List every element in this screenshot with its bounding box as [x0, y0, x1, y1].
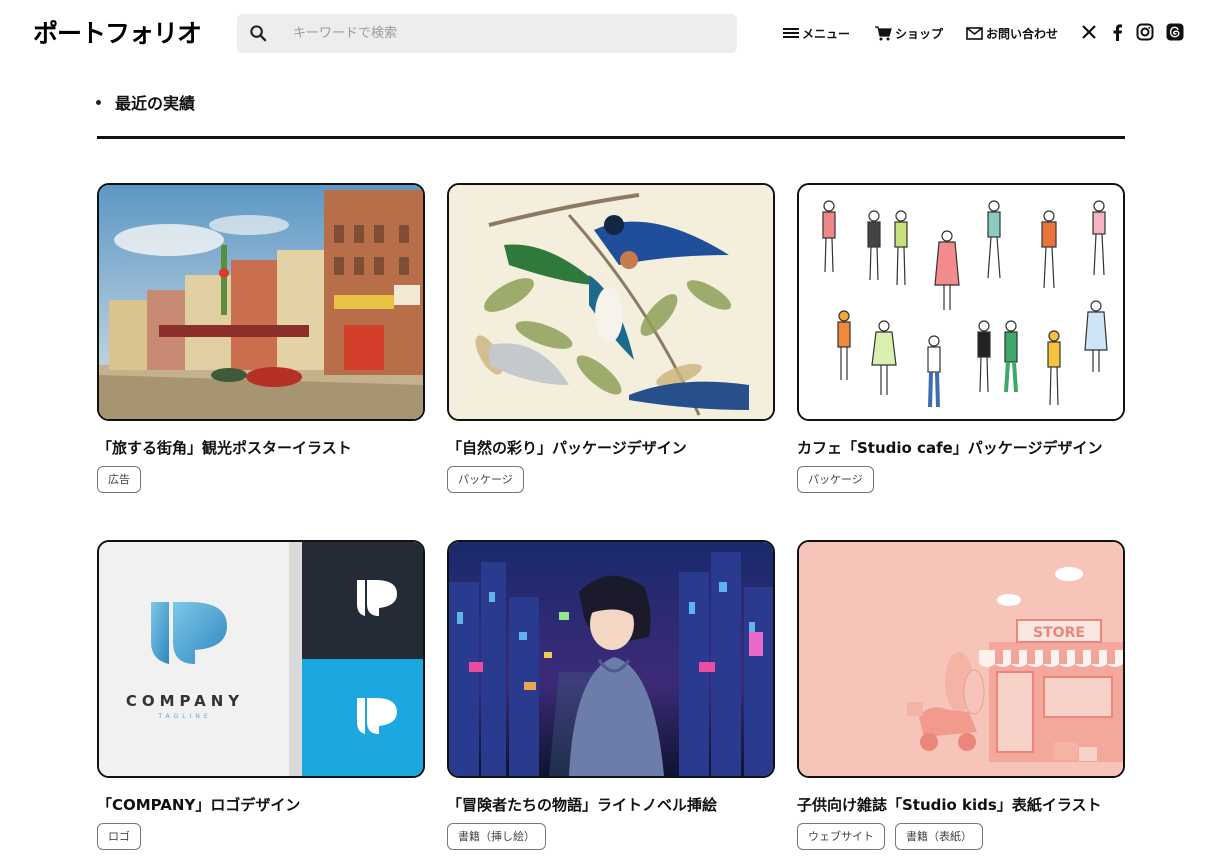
work-thumbnail-people[interactable]	[797, 183, 1125, 421]
section-title: 最近の実績	[115, 94, 196, 113]
section-heading: 最近の実績	[96, 90, 195, 114]
search-input[interactable]	[293, 14, 713, 53]
bird-illustration-image	[449, 185, 773, 419]
tag-list: パッケージ	[797, 466, 874, 493]
instagram-icon[interactable]	[1135, 22, 1155, 42]
tag-list: ウェブサイト 書籍（表紙）	[797, 823, 983, 850]
work-title[interactable]: 「自然の彩り」パッケージデザイン	[447, 437, 687, 458]
site-header: ポートフォリオ メニュー ショップ お問い合わせ	[0, 0, 1220, 66]
search-bar[interactable]	[237, 14, 737, 53]
work-title[interactable]: 「冒険者たちの物語」ライトノベル挿絵	[447, 794, 717, 815]
category-tag[interactable]: 書籍（表紙）	[895, 823, 983, 850]
logo-text: COMPANY	[126, 692, 244, 710]
work-title[interactable]: 子供向け雑誌「Studio kids」表紙イラスト	[797, 794, 1102, 815]
search-icon[interactable]	[249, 24, 268, 43]
category-tag[interactable]: 書籍（挿し絵）	[447, 823, 546, 850]
store-sign-text: STORE	[1033, 625, 1085, 641]
vintage-street-image	[99, 185, 423, 419]
tag-list: パッケージ	[447, 466, 524, 493]
work-title[interactable]: 「旅する街角」観光ポスターイラスト	[97, 437, 352, 458]
bullet-icon	[96, 99, 101, 105]
category-tag[interactable]: ロゴ	[97, 823, 141, 850]
section-divider	[97, 136, 1125, 139]
work-thumbnail-logo[interactable]: COMPANY TAGLINE	[97, 540, 425, 778]
work-thumbnail-store[interactable]: STORE	[797, 540, 1125, 778]
work-thumbnail-birds[interactable]	[447, 183, 775, 421]
contact-label: お問い合わせ	[986, 26, 1059, 41]
shop-link[interactable]: ショップ	[875, 22, 943, 44]
mail-icon	[966, 26, 983, 40]
work-title[interactable]: 「COMPANY」ロゴデザイン	[97, 794, 300, 815]
work-thumbnail-street[interactable]	[97, 183, 425, 421]
x-icon[interactable]	[1079, 22, 1099, 42]
menu-button[interactable]: メニュー	[783, 22, 850, 44]
work-thumbnail-anime[interactable]	[447, 540, 775, 778]
shop-label: ショップ	[895, 26, 944, 41]
category-tag[interactable]: パッケージ	[447, 466, 524, 493]
category-tag[interactable]: 広告	[97, 466, 141, 493]
contact-link[interactable]: お問い合わせ	[966, 22, 1058, 44]
logo-mockup-image: COMPANY TAGLINE	[99, 542, 423, 776]
hamburger-icon	[783, 28, 799, 38]
site-logo[interactable]: ポートフォリオ	[33, 14, 202, 50]
anime-city-image	[449, 542, 773, 776]
pink-store-image: STORE	[799, 542, 1123, 776]
menu-label: メニュー	[802, 26, 851, 41]
work-title[interactable]: カフェ「Studio cafe」パッケージデザイン	[797, 437, 1102, 458]
threads-icon[interactable]	[1165, 22, 1185, 42]
category-tag[interactable]: パッケージ	[797, 466, 874, 493]
people-illustration-image	[799, 185, 1123, 419]
tag-list: ロゴ	[97, 823, 141, 850]
tag-list: 広告	[97, 466, 141, 493]
cart-icon	[875, 25, 892, 40]
facebook-icon[interactable]	[1107, 22, 1127, 42]
logo-tagline: TAGLINE	[157, 713, 211, 720]
category-tag[interactable]: ウェブサイト	[797, 823, 885, 850]
tag-list: 書籍（挿し絵）	[447, 823, 546, 850]
